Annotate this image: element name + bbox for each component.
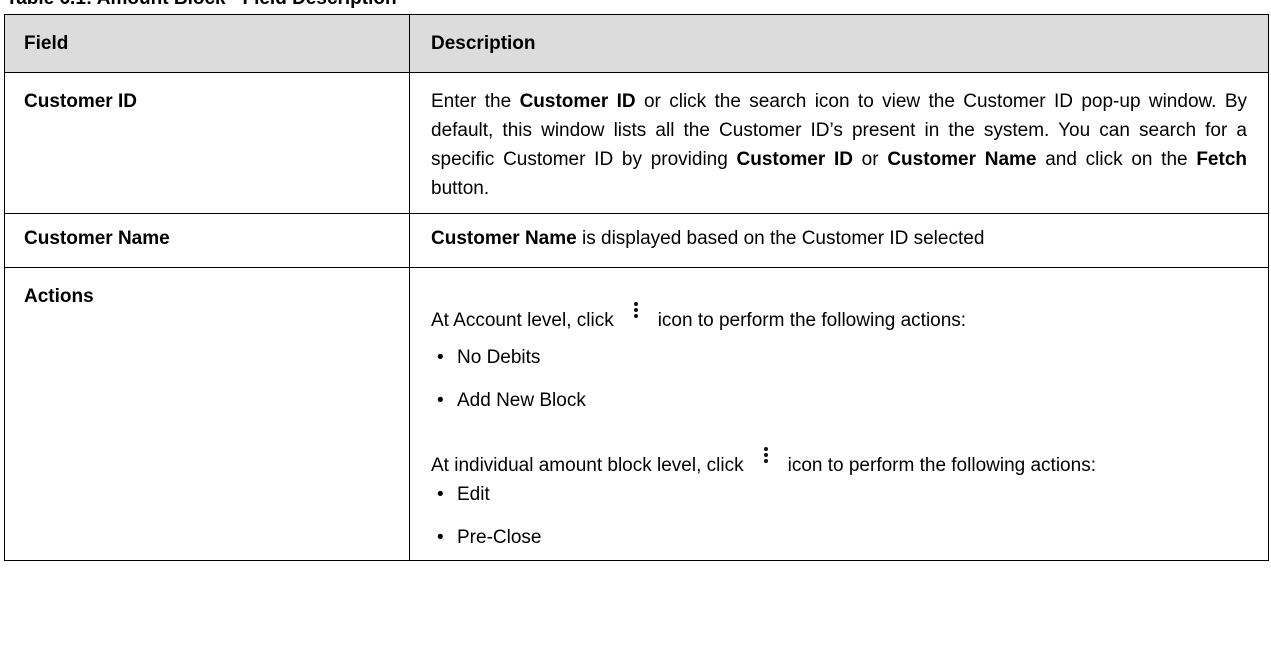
bullet-icon: • xyxy=(437,527,444,548)
table-row-customer-id: Customer ID Enter the Customer ID or cli… xyxy=(4,72,1269,214)
list-item: • Pre-Close xyxy=(437,523,1247,552)
list-item: • No Debits xyxy=(437,343,1247,372)
table-row-actions: Actions At Account level, click icon to p… xyxy=(4,267,1269,561)
table-caption: Table 6.1: Amount Block - Field Descript… xyxy=(6,0,1266,10)
desc-text: Enter the xyxy=(431,91,520,112)
bullet-icon: • xyxy=(437,484,444,505)
field-customer-name: Customer Name xyxy=(4,213,410,268)
desc-bold-customer-id: Customer ID xyxy=(736,149,853,170)
header-description: Description xyxy=(409,14,1269,73)
table-header-row: Field Description xyxy=(4,14,1269,73)
kebab-menu-icon xyxy=(754,445,778,467)
desc-bold-customer-id: Customer ID xyxy=(519,91,636,112)
bullet-icon: • xyxy=(437,347,444,368)
desc-bold-fetch: Fetch xyxy=(1196,149,1248,170)
desc-customer-name: Customer Name is displayed based on the … xyxy=(409,213,1269,268)
account-level-actions-list: • No Debits • Add New Block xyxy=(431,343,1247,415)
desc-customer-id: Enter the Customer ID or click the searc… xyxy=(409,72,1269,214)
desc-bold-customer-name: Customer Name xyxy=(431,228,577,249)
header-field: Field xyxy=(4,14,410,73)
account-level-intro: At Account level, click icon to perform t… xyxy=(431,300,1247,335)
kebab-menu-icon xyxy=(624,300,648,322)
desc-bold-customer-name: Customer Name xyxy=(887,149,1037,170)
desc-text: button. xyxy=(431,178,490,199)
desc-text: and click on the xyxy=(1036,149,1197,170)
field-description-table: Field Description Customer ID Enter the … xyxy=(4,14,1269,561)
list-item: • Edit xyxy=(437,480,1247,509)
list-item: • Add New Block xyxy=(437,386,1247,415)
desc-actions: At Account level, click icon to perform t… xyxy=(409,267,1269,561)
desc-text: is displayed based on the Customer ID se… xyxy=(576,228,985,249)
block-level-intro: At individual amount block level, click i… xyxy=(431,445,1247,480)
field-customer-id: Customer ID xyxy=(4,72,410,214)
field-actions: Actions xyxy=(4,267,410,561)
desc-text: or xyxy=(852,149,888,170)
table-row-customer-name: Customer Name Customer Name is displayed… xyxy=(4,213,1269,268)
bullet-icon: • xyxy=(437,390,444,411)
block-level-actions-list: • Edit • Pre-Close xyxy=(431,480,1247,552)
